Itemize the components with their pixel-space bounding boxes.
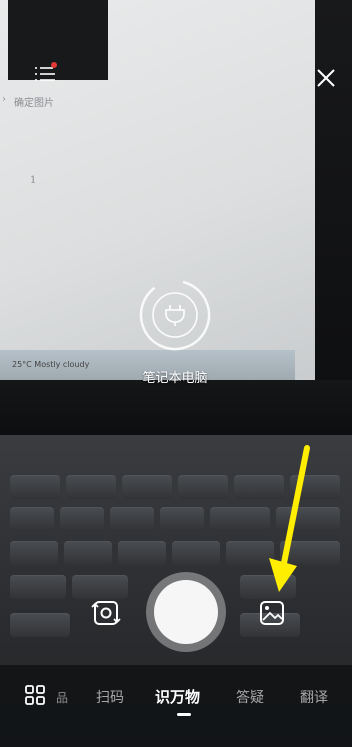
taskbar-weather: 25°C Mostly cloudy	[12, 360, 90, 369]
doc-mark: 1	[30, 175, 37, 186]
tab-translate[interactable]: 翻译	[300, 687, 328, 707]
shutter-inner	[154, 580, 218, 644]
dark-window-region	[8, 0, 108, 80]
switch-camera-button[interactable]	[86, 593, 126, 633]
shutter-button[interactable]	[146, 572, 226, 652]
gallery-icon	[260, 601, 284, 625]
tab-recognize-all[interactable]: 识万物	[155, 686, 200, 707]
doc-heading: 确定图片	[14, 98, 54, 109]
tab-answer-questions[interactable]: 答疑	[236, 687, 264, 707]
tab-scan-code[interactable]: 扫码	[96, 687, 124, 707]
menu-list-icon[interactable]	[33, 62, 57, 86]
gallery-button[interactable]	[252, 593, 292, 633]
detected-object-label[interactable]: 笔记本电脑	[110, 367, 240, 386]
close-icon	[317, 69, 335, 87]
active-tab-indicator	[177, 713, 191, 716]
close-button[interactable]	[313, 65, 339, 91]
laptop-bezel-bottom	[0, 380, 352, 435]
plug-icon	[165, 305, 185, 326]
object-detection-marker[interactable]	[138, 278, 212, 352]
doc-arrow: ›	[2, 94, 6, 105]
grid-icon[interactable]	[25, 685, 45, 705]
annotation-arrow	[269, 445, 310, 592]
mode-tab-bar: 品 扫码 识万物 答疑 翻译	[0, 675, 352, 716]
notification-dot	[51, 62, 57, 68]
switch-camera-icon	[91, 601, 121, 625]
tab-products[interactable]: 品	[56, 689, 68, 706]
